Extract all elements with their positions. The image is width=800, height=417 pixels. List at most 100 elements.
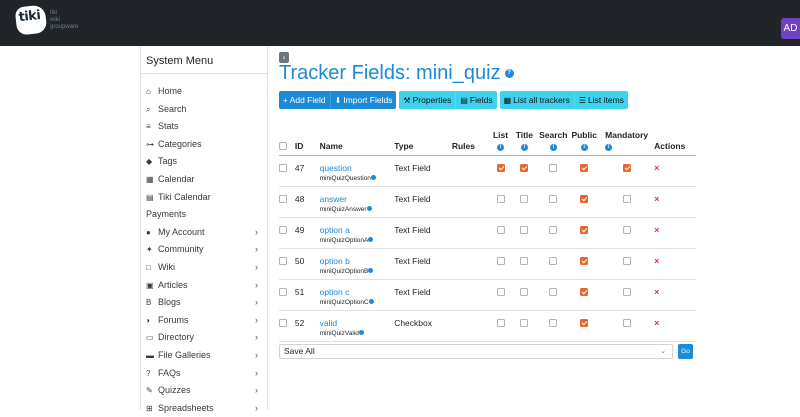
mandatory-checkbox[interactable] bbox=[622, 257, 631, 266]
sidebar-item[interactable]: ▣ Articles › bbox=[146, 277, 266, 295]
sidebar-item[interactable]: ⊞ Spreadsheets › bbox=[146, 400, 266, 417]
search-checkbox[interactable] bbox=[549, 195, 558, 204]
mandatory-checkbox[interactable] bbox=[622, 319, 631, 328]
col-list: List i bbox=[489, 126, 512, 156]
chevron-right-icon[interactable]: › bbox=[255, 347, 258, 365]
sidebar-item[interactable]: ? FAQs › bbox=[146, 365, 266, 383]
field-name-link[interactable]: answer bbox=[320, 194, 347, 204]
field-name-link[interactable]: option c bbox=[320, 287, 350, 297]
sidebar-item[interactable]: ▦ Calendar bbox=[146, 171, 266, 189]
go-button[interactable]: Go bbox=[678, 344, 693, 359]
list-checkbox[interactable] bbox=[496, 257, 505, 266]
fields-button[interactable]: ▤ Fields bbox=[456, 91, 497, 109]
col-id[interactable]: ID bbox=[294, 126, 320, 156]
sidebar-item[interactable]: ≡ Stats bbox=[146, 118, 266, 136]
mandatory-checkbox[interactable] bbox=[622, 226, 631, 235]
sidebar-item[interactable]: B Blogs › bbox=[146, 294, 266, 312]
delete-icon[interactable]: × bbox=[654, 225, 659, 235]
chevron-right-icon[interactable]: › bbox=[255, 365, 258, 383]
chevron-right-icon[interactable]: › bbox=[255, 382, 258, 400]
public-checkbox[interactable] bbox=[580, 257, 589, 266]
row-select-checkbox[interactable] bbox=[279, 195, 287, 204]
chevron-right-icon[interactable]: › bbox=[255, 329, 258, 347]
delete-icon[interactable]: × bbox=[654, 287, 659, 297]
sidebar-item[interactable]: ⌂ Home bbox=[146, 83, 266, 101]
import-fields-button[interactable]: ⬇ Import Fields bbox=[330, 91, 397, 109]
list-items-button[interactable]: ☰ List items bbox=[574, 91, 628, 109]
search-checkbox[interactable] bbox=[549, 288, 558, 297]
sidebar-item[interactable]: ⊶ Categories bbox=[146, 136, 266, 154]
row-select-checkbox[interactable] bbox=[279, 164, 287, 173]
row-select-checkbox[interactable] bbox=[279, 288, 287, 297]
field-name-link[interactable]: question bbox=[320, 163, 352, 173]
search-checkbox[interactable] bbox=[549, 257, 558, 266]
delete-icon[interactable]: × bbox=[654, 318, 659, 328]
sidebar-item[interactable]: ▬ File Galleries › bbox=[146, 347, 266, 365]
select-all-checkbox[interactable] bbox=[279, 142, 287, 151]
sidebar-item[interactable]: □ Wiki › bbox=[146, 259, 266, 277]
chevron-right-icon[interactable]: › bbox=[255, 277, 258, 295]
mandatory-checkbox[interactable] bbox=[622, 164, 631, 173]
mandatory-checkbox[interactable] bbox=[622, 195, 631, 204]
delete-icon[interactable]: × bbox=[654, 194, 659, 204]
col-type[interactable]: Type bbox=[394, 126, 452, 156]
permname-text: miniQuizAnswer bbox=[319, 205, 367, 213]
public-checkbox[interactable] bbox=[580, 195, 589, 204]
delete-icon[interactable]: × bbox=[654, 163, 659, 173]
site-logo[interactable]: tiki tiki wiki groupware bbox=[14, 4, 96, 42]
sidebar-item[interactable]: ✎ Quizzes › bbox=[146, 382, 266, 400]
row-select-checkbox[interactable] bbox=[279, 226, 287, 235]
properties-button[interactable]: ⚒ Properties bbox=[399, 91, 457, 109]
user-menu-button[interactable]: AD bbox=[781, 18, 800, 39]
row-select-checkbox[interactable] bbox=[279, 257, 287, 266]
list-checkbox[interactable] bbox=[496, 164, 505, 173]
mandatory-checkbox[interactable] bbox=[622, 288, 631, 297]
search-checkbox[interactable] bbox=[549, 319, 558, 328]
field-name-link[interactable]: option b bbox=[320, 256, 350, 266]
sidebar-item[interactable]: ◗ Forums › bbox=[146, 312, 266, 330]
title-checkbox[interactable] bbox=[520, 226, 529, 235]
title-checkbox[interactable] bbox=[520, 257, 529, 266]
sidebar-item[interactable]: ▤ Tiki Calendar bbox=[146, 189, 266, 207]
public-checkbox[interactable] bbox=[580, 288, 589, 297]
chevron-right-icon[interactable]: › bbox=[255, 312, 258, 330]
list-checkbox[interactable] bbox=[496, 319, 505, 328]
sidebar-item[interactable]: ● My Account › bbox=[146, 224, 266, 242]
public-checkbox[interactable] bbox=[580, 319, 589, 328]
title-checkbox[interactable] bbox=[520, 288, 529, 297]
add-field-button[interactable]: + Add Field bbox=[279, 91, 331, 109]
col-name[interactable]: Name bbox=[319, 126, 395, 156]
sidebar-item[interactable]: ✦ Community › bbox=[146, 241, 266, 259]
sidebar-item[interactable]: ◆ Tags bbox=[146, 153, 266, 171]
sidebar-item[interactable]: ⌕ Search bbox=[146, 101, 266, 119]
sidebar-item[interactable]: ▭ Directory › bbox=[146, 329, 266, 347]
field-name-link[interactable]: option a bbox=[320, 225, 350, 235]
chevron-right-icon[interactable]: › bbox=[255, 241, 258, 259]
top-navbar: tiki tiki wiki groupware AD bbox=[0, 0, 800, 46]
name-cell: answer miniQuizAnswer bbox=[319, 186, 395, 218]
public-checkbox[interactable] bbox=[580, 226, 589, 235]
chevron-right-icon[interactable]: › bbox=[255, 294, 258, 312]
row-select-checkbox[interactable] bbox=[279, 319, 287, 328]
title-checkbox[interactable] bbox=[520, 164, 529, 173]
spreadsheets-icon: ⊞ bbox=[146, 403, 153, 413]
list-checkbox[interactable] bbox=[496, 226, 505, 235]
bulk-action-select[interactable]: Save All ⌄ bbox=[279, 344, 673, 359]
name-cell: valid miniQuizValid bbox=[319, 310, 395, 342]
public-checkbox[interactable] bbox=[580, 164, 589, 173]
sidebar-item-label: Tiki Calendar bbox=[158, 191, 211, 202]
search-checkbox[interactable] bbox=[549, 226, 558, 235]
list-checkbox[interactable] bbox=[496, 195, 505, 204]
search-checkbox[interactable] bbox=[549, 164, 558, 173]
chevron-right-icon[interactable]: › bbox=[255, 400, 258, 417]
title-checkbox[interactable] bbox=[520, 319, 529, 328]
list-checkbox[interactable] bbox=[496, 288, 505, 297]
list-all-trackers-button[interactable]: ▦ List all trackers bbox=[499, 91, 575, 109]
field-name-link[interactable]: valid bbox=[320, 318, 337, 328]
delete-icon[interactable]: × bbox=[654, 256, 659, 266]
chevron-right-icon[interactable]: › bbox=[255, 224, 258, 242]
title-checkbox[interactable] bbox=[520, 195, 529, 204]
sidebar-item[interactable]: Payments bbox=[146, 206, 266, 224]
help-icon[interactable]: ? bbox=[504, 69, 514, 79]
chevron-right-icon[interactable]: › bbox=[255, 259, 258, 277]
